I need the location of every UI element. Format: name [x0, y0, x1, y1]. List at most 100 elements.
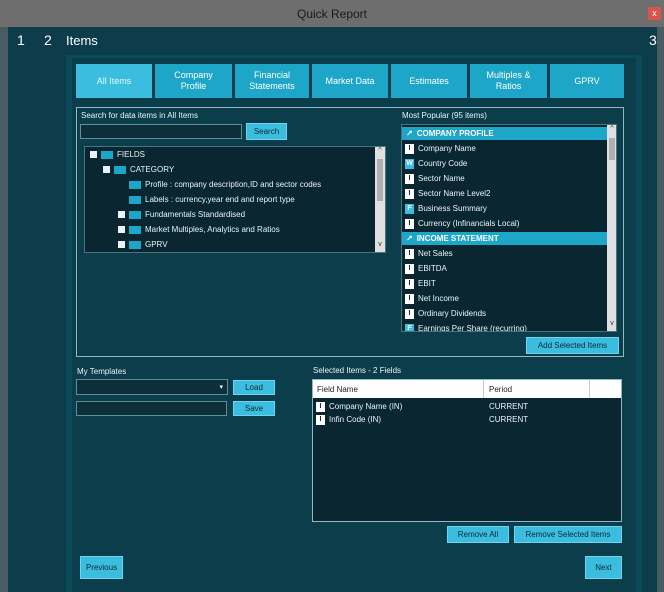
scroll-down-icon[interactable]: v	[607, 320, 616, 330]
folder-icon	[114, 165, 126, 174]
column-period[interactable]: Period	[489, 385, 512, 394]
popular-item-label: Ordinary Dividends	[418, 309, 487, 318]
popular-scrollbar[interactable]: ^ v	[607, 125, 616, 331]
tree-root[interactable]: FIELDS	[90, 150, 145, 159]
load-button[interactable]: Load	[233, 380, 275, 395]
popular-item-label: EBIT	[418, 279, 436, 288]
scroll-up-icon[interactable]: ^	[375, 147, 385, 157]
popular-item-label: Earnings Per Share (recurring)	[418, 324, 527, 332]
column-divider	[483, 380, 484, 398]
popular-item[interactable]: F Earnings Per Share (recurring)	[402, 322, 607, 332]
column-field-name[interactable]: Field Name	[317, 385, 358, 394]
column-divider	[589, 380, 590, 398]
tree-item[interactable]: Profile : company description,ID and sec…	[129, 180, 321, 189]
previous-button[interactable]: Previous	[80, 556, 123, 579]
item-type-icon: I	[405, 248, 414, 259]
category-tabs: All Items Company Profile Financial Stat…	[76, 64, 624, 98]
tree-scrollbar[interactable]: ^ v	[375, 147, 385, 252]
step-3[interactable]: 3	[649, 32, 657, 48]
template-name-input[interactable]	[76, 401, 227, 416]
table-row[interactable]: I Infin Code (IN) CURRENT	[313, 413, 613, 426]
popular-list: ↗ COMPANY PROFILE I Company Name W Country…	[401, 124, 617, 332]
next-button[interactable]: Next	[585, 556, 622, 579]
page-title: Items	[66, 33, 98, 48]
remove-all-button[interactable]: Remove All	[447, 526, 509, 543]
tab-company-profile[interactable]: Company Profile	[155, 64, 232, 98]
popular-item[interactable]: I Sector Name	[402, 172, 607, 185]
window-title: Quick Report	[296, 7, 368, 21]
collapse-icon[interactable]	[103, 166, 110, 173]
scroll-up-icon[interactable]: ^	[607, 125, 616, 135]
step-2[interactable]: 2	[44, 32, 52, 48]
scroll-thumb[interactable]	[609, 138, 615, 160]
close-button[interactable]: x	[648, 7, 661, 20]
tree-item[interactable]: Fundamentals Standardised	[118, 210, 245, 219]
popular-item-label: EBITDA	[418, 264, 447, 273]
tree-category[interactable]: CATEGORY	[103, 165, 174, 174]
tab-label: Estimates	[409, 75, 449, 86]
popular-header-income-statement[interactable]: ↗ INCOME STATEMENT	[402, 232, 607, 245]
popular-header-company-profile[interactable]: ↗ COMPANY PROFILE	[402, 127, 607, 140]
row-period: CURRENT	[489, 415, 529, 424]
tree-item-label: Fundamentals Standardised	[145, 210, 246, 219]
item-type-icon: W	[405, 158, 414, 169]
tab-label: All Items	[96, 75, 132, 86]
save-button[interactable]: Save	[233, 401, 275, 416]
tree-item[interactable]: Labels : currency,year end and report ty…	[129, 195, 295, 204]
collapse-icon[interactable]	[90, 151, 97, 158]
table-header: Field Name Period	[313, 380, 621, 398]
popular-item-label: Sector Name	[418, 174, 465, 183]
tab-label: Multiples & Ratios	[486, 70, 531, 91]
tab-estimates[interactable]: Estimates	[391, 64, 467, 98]
step-1[interactable]: 1	[17, 32, 25, 48]
expand-icon[interactable]	[118, 211, 125, 218]
popular-item-label: Net Sales	[418, 249, 453, 258]
tree-item-label: Market Multiples, Analytics and Ratios	[145, 225, 280, 234]
popular-item[interactable]: I Net Income	[402, 292, 607, 305]
popular-item-label: Net Income	[418, 294, 459, 303]
tab-market-data[interactable]: Market Data	[312, 64, 388, 98]
item-type-icon: I	[405, 218, 414, 229]
item-type-icon: I	[405, 263, 414, 274]
templates-label: My Templates	[77, 367, 127, 376]
left-strip	[0, 27, 8, 592]
popular-item[interactable]: F Business Summary	[402, 202, 607, 215]
table-row[interactable]: I Company Name (IN) CURRENT	[313, 400, 613, 413]
item-type-icon: F	[405, 203, 414, 214]
popular-item[interactable]: I Currency (Infinancials Local)	[402, 217, 607, 230]
popular-item[interactable]: I Sector Name Level2	[402, 187, 607, 200]
search-input[interactable]	[80, 124, 242, 139]
item-type-icon: I	[405, 173, 414, 184]
item-type-icon: I	[405, 143, 414, 154]
scroll-thumb[interactable]	[377, 159, 383, 201]
tab-label: Market Data	[325, 75, 375, 86]
search-button[interactable]: Search	[246, 123, 287, 140]
tab-gprv[interactable]: GPRV	[550, 64, 624, 98]
scroll-down-icon[interactable]: v	[375, 241, 385, 251]
popular-item[interactable]: I Ordinary Dividends	[402, 307, 607, 320]
popular-item-label: Country Code	[418, 159, 468, 168]
template-name-value	[77, 403, 80, 412]
folder-icon	[101, 150, 113, 159]
tree-item[interactable]: Market Multiples, Analytics and Ratios	[118, 225, 280, 234]
chart-icon: ↗	[406, 234, 413, 243]
popular-item[interactable]: I EBIT	[402, 277, 607, 290]
tab-financial-statements[interactable]: Financial Statements	[235, 64, 309, 98]
remove-selected-items-button[interactable]: Remove Selected Items	[514, 526, 622, 543]
tab-all-items[interactable]: All Items	[76, 64, 152, 98]
tree-category-label: CATEGORY	[130, 165, 175, 174]
popular-item[interactable]: W Country Code	[402, 157, 607, 170]
popular-item[interactable]: I EBITDA	[402, 262, 607, 275]
add-selected-items-button[interactable]: Add Selected Items	[526, 337, 619, 354]
item-type-icon: I	[405, 188, 414, 199]
tree-item[interactable]: GPRV	[118, 240, 168, 249]
popular-item[interactable]: I Company Name	[402, 142, 607, 155]
expand-icon[interactable]	[118, 241, 125, 248]
tab-multiples-ratios[interactable]: Multiples & Ratios	[470, 64, 547, 98]
expand-icon[interactable]	[118, 226, 125, 233]
tree-item-label: GPRV	[145, 240, 168, 249]
folder-icon	[129, 195, 141, 204]
template-select[interactable]: ▾	[76, 379, 228, 395]
popular-item[interactable]: I Net Sales	[402, 247, 607, 260]
dropdown-arrow-icon[interactable]: ▾	[219, 383, 223, 391]
